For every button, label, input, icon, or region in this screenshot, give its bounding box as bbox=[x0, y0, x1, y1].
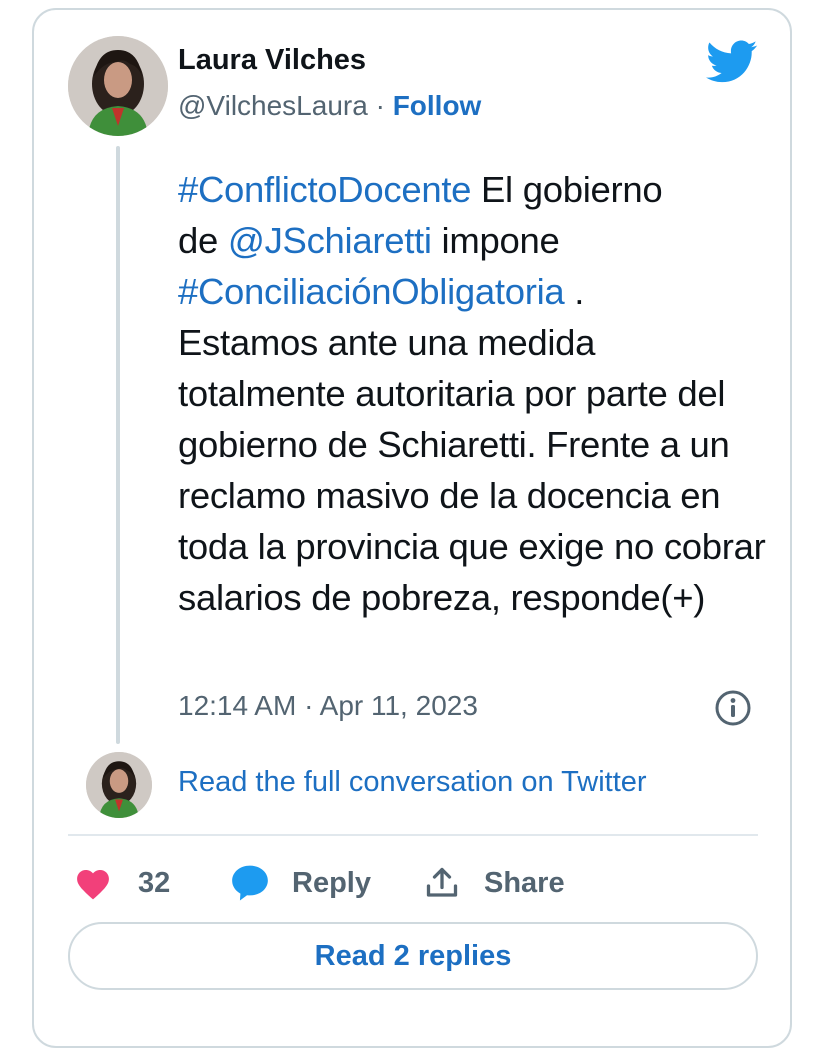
share-icon bbox=[426, 867, 458, 897]
tweet-body: Estamos ante una medida totalmente autor… bbox=[178, 322, 766, 618]
separator-dot: · bbox=[375, 90, 385, 121]
read-replies-button[interactable]: Read 2 replies bbox=[68, 922, 758, 990]
divider bbox=[68, 834, 758, 836]
mention-link[interactable]: @JSchiaretti bbox=[228, 220, 432, 261]
share-label: Share bbox=[484, 866, 565, 899]
thread-line bbox=[116, 146, 120, 744]
conversation-avatar bbox=[86, 752, 152, 818]
tweet-text-segment: El gobierno bbox=[471, 169, 663, 210]
tweet-text: #ConflictoDocente El gobierno de @JSchia… bbox=[178, 164, 768, 623]
reply-button[interactable]: Reply bbox=[230, 858, 371, 908]
tweet-text-segment: impone bbox=[431, 220, 560, 261]
tweet-text-segment: . bbox=[564, 271, 585, 312]
action-bar: 32 Reply Share bbox=[0, 858, 826, 908]
author-handle-row: @VilchesLaura · Follow bbox=[178, 90, 481, 122]
heart-icon bbox=[77, 870, 109, 900]
twitter-bird-icon[interactable] bbox=[706, 40, 758, 84]
share-button[interactable]: Share bbox=[424, 858, 565, 908]
tweet-timestamp[interactable]: 12:14 AM · Apr 11, 2023 bbox=[178, 690, 478, 722]
hashtag-link[interactable]: #ConflictoDocente bbox=[178, 169, 471, 210]
read-conversation-link[interactable]: Read the full conversation on Twitter bbox=[178, 766, 647, 799]
like-count: 32 bbox=[138, 866, 171, 899]
tweet-text-segment: de bbox=[178, 220, 228, 261]
reply-label: Reply bbox=[292, 866, 371, 899]
author-avatar[interactable] bbox=[68, 36, 168, 136]
hashtag-link[interactable]: #ConciliaciónObligatoria bbox=[178, 271, 565, 312]
follow-button[interactable]: Follow bbox=[393, 90, 482, 121]
reply-bubble-icon bbox=[232, 865, 268, 901]
author-name[interactable]: Laura Vilches bbox=[178, 44, 366, 77]
author-handle[interactable]: @VilchesLaura bbox=[178, 90, 368, 121]
like-button[interactable]: 32 bbox=[74, 858, 170, 908]
info-icon[interactable] bbox=[714, 689, 752, 727]
